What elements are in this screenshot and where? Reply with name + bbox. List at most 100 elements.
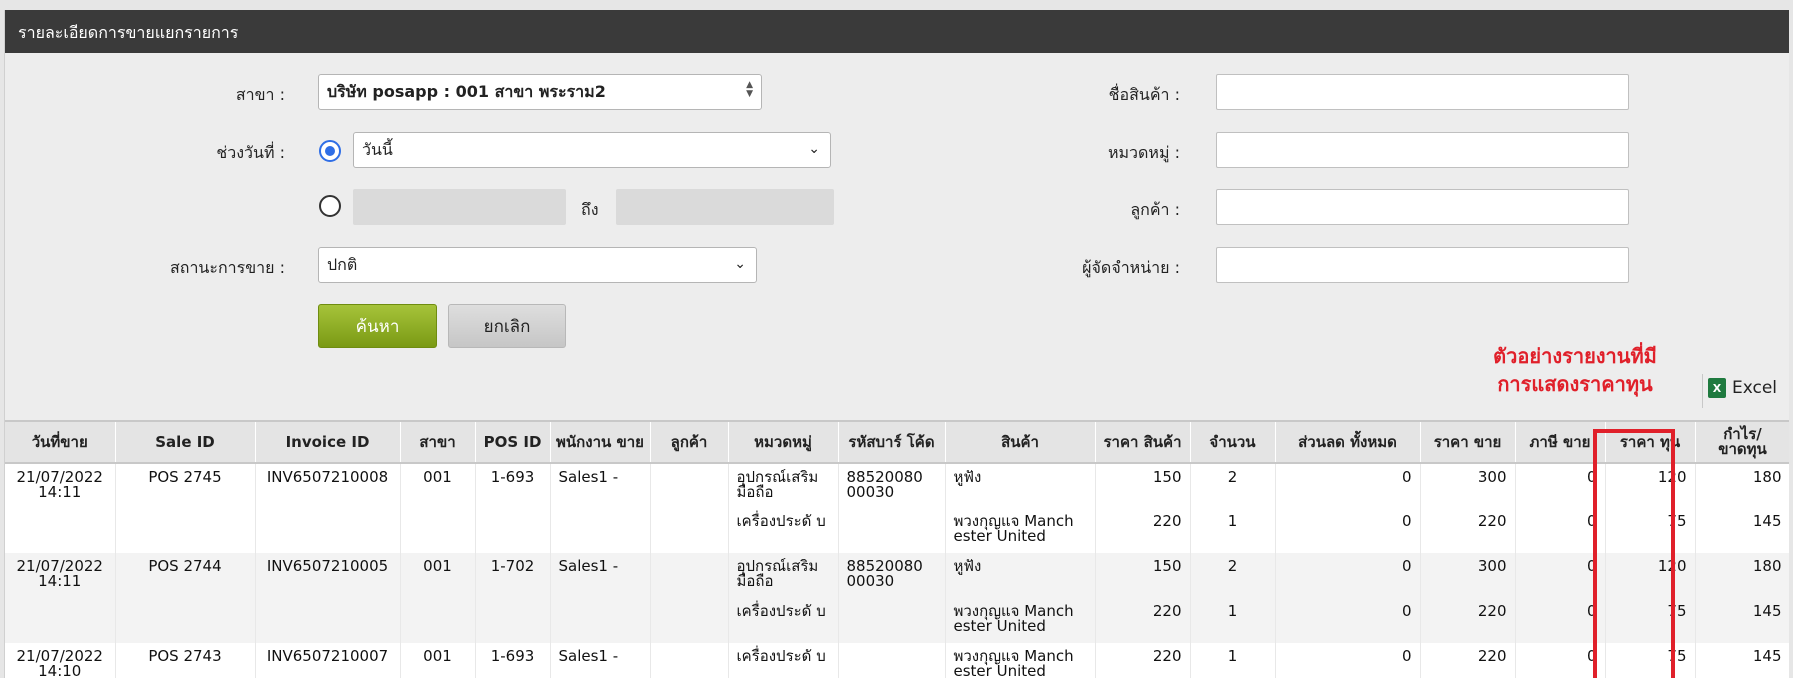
custom-date-radio[interactable] xyxy=(319,195,341,217)
table-cell: POS 2743 xyxy=(115,643,256,678)
to-label: ถึง xyxy=(581,200,599,219)
table-cell: 0 xyxy=(1275,463,1421,508)
col-header[interactable]: ลูกค้า xyxy=(650,420,729,464)
col-header[interactable]: Sale ID xyxy=(115,420,256,464)
table-cell: 145 xyxy=(1695,508,1789,553)
table-cell xyxy=(550,508,651,553)
sale-status-value: ปกติ xyxy=(327,254,358,274)
sale-status-select[interactable]: ปกติ ⌄ xyxy=(318,247,757,283)
date-to-input[interactable] xyxy=(616,189,834,225)
table-cell: 300 xyxy=(1420,463,1516,508)
table-cell xyxy=(550,598,651,643)
col-header[interactable]: ภาษี ขาย xyxy=(1515,420,1606,464)
table-cell: 001 xyxy=(400,463,476,508)
table-cell: 2 xyxy=(1190,553,1276,598)
col-header[interactable]: ส่วนลด ทั้งหมด xyxy=(1275,420,1421,464)
table-cell: 220 xyxy=(1095,643,1191,678)
table-cell: 1 xyxy=(1190,643,1276,678)
excel-export-button[interactable]: X Excel xyxy=(1702,374,1778,408)
col-header[interactable]: จำนวน xyxy=(1190,420,1276,464)
table-cell: พวงกุญแจ Manch ester United xyxy=(945,508,1096,553)
table-cell: 145 xyxy=(1695,598,1789,643)
col-header[interactable]: POS ID xyxy=(475,420,551,464)
table-cell: 1-702 xyxy=(475,553,551,598)
table-cell: เครื่องประดั บ xyxy=(728,598,839,643)
col-header[interactable]: ราคา สินค้า xyxy=(1095,420,1191,464)
sale-status-label: สถานะการขาย : xyxy=(169,258,285,277)
table-cell: 220 xyxy=(1420,508,1516,553)
table-cell xyxy=(838,643,946,678)
table-row: 21/07/2022 14:11 POS 2744 INV6507210005 001… xyxy=(5,553,1789,598)
table-row: 21/07/2022 14:11 POS 2745 INV6507210008 001… xyxy=(5,463,1789,508)
table-cell xyxy=(650,508,729,553)
table-cell: 21/07/2022 14:10 xyxy=(5,643,116,678)
table-cell: อุปกรณ์เสริม มือถือ xyxy=(728,463,839,508)
table-cell: 120 xyxy=(1605,463,1696,508)
excel-label: Excel xyxy=(1732,378,1778,398)
table-cell: 220 xyxy=(1420,643,1516,678)
table-cell: 220 xyxy=(1095,598,1191,643)
table-cell: 150 xyxy=(1095,553,1191,598)
table-cell: 0 xyxy=(1275,598,1421,643)
table-header-row: วันที่ขาย Sale ID Invoice ID สาขา POS ID… xyxy=(5,420,1789,464)
table-cell xyxy=(650,463,729,508)
table-cell: พวงกุญแจ Manch ester United xyxy=(945,598,1096,643)
divider xyxy=(1702,374,1703,408)
table-cell: 0 xyxy=(1515,463,1606,508)
table-cell: 1-693 xyxy=(475,463,551,508)
table-cell: 1 xyxy=(1190,598,1276,643)
table-cell xyxy=(115,598,256,643)
table-cell: เครื่องประดั บ xyxy=(728,508,839,553)
table-cell xyxy=(255,598,401,643)
table-cell: อุปกรณ์เสริม มือถือ xyxy=(728,553,839,598)
cost-annotation-line1: ตัวอย่างรายงานที่มี xyxy=(1493,344,1657,368)
category-input[interactable] xyxy=(1216,132,1629,168)
col-header[interactable]: วันที่ขาย xyxy=(5,420,116,464)
col-header[interactable]: Invoice ID xyxy=(255,420,401,464)
col-header[interactable]: รหัสบาร์ โค้ด xyxy=(838,420,946,464)
table-cell: 220 xyxy=(1420,598,1516,643)
product-name-label: ชื่อสินค้า : xyxy=(1108,85,1180,104)
branch-select-value: บริษัท posapp : 001 สาขา พระราม2 xyxy=(327,81,606,101)
date-from-input[interactable] xyxy=(353,189,566,225)
table-cell xyxy=(838,508,946,553)
product-name-input[interactable] xyxy=(1216,74,1629,110)
table-cell xyxy=(400,598,476,643)
supplier-input[interactable] xyxy=(1216,247,1629,283)
sales-detail-table: วันที่ขาย Sale ID Invoice ID สาขา POS ID… xyxy=(5,420,1789,678)
col-header[interactable]: ราคา ขาย xyxy=(1420,420,1516,464)
col-header[interactable]: กำไร/ ขาดทุน xyxy=(1695,420,1789,464)
col-header[interactable]: ราคา ทุน xyxy=(1605,420,1696,464)
col-header[interactable]: สาขา xyxy=(400,420,476,464)
table-cell: 001 xyxy=(400,643,476,678)
table-cell: 220 xyxy=(1095,508,1191,553)
table-row: 21/07/2022 14:10 POS 2743 INV6507210007 001… xyxy=(5,643,1789,678)
table-cell xyxy=(838,598,946,643)
table-cell: 2 xyxy=(1190,463,1276,508)
chevron-down-icon: ⌄ xyxy=(734,256,746,272)
branch-select[interactable]: บริษัท posapp : 001 สาขา พระราม2 ▲ ▼ xyxy=(318,74,762,110)
table-cell xyxy=(115,508,256,553)
col-header[interactable]: หมวดหมู่ xyxy=(728,420,839,464)
table-cell xyxy=(650,553,729,598)
cost-annotation-line2: การแสดงราคาทุน xyxy=(1497,372,1653,396)
page-title: รายละเอียดการขายแยกรายการ xyxy=(5,10,1789,53)
customer-input[interactable] xyxy=(1216,189,1629,225)
date-option-radio[interactable] xyxy=(319,140,341,162)
col-header[interactable]: พนักงาน ขาย xyxy=(550,420,651,464)
table-cell: 0 xyxy=(1515,598,1606,643)
cancel-button[interactable]: ยกเลิก xyxy=(448,304,566,348)
table-cell: หูฟัง xyxy=(945,463,1096,508)
search-button[interactable]: ค้นหา xyxy=(318,304,437,348)
table-cell: Sales1 - xyxy=(550,553,651,598)
table-cell: 21/07/2022 14:11 xyxy=(5,553,116,598)
col-header[interactable]: สินค้า xyxy=(945,420,1096,464)
table-cell xyxy=(255,508,401,553)
date-option-select[interactable]: วันนี้ ⌄ xyxy=(353,132,831,168)
table-cell: Sales1 - xyxy=(550,463,651,508)
table-cell: หูฟัง xyxy=(945,553,1096,598)
table-cell: 75 xyxy=(1605,643,1696,678)
table-cell: 120 xyxy=(1605,553,1696,598)
table-row: เครื่องประดั บ พวงกุญแจ Manch ester Unite… xyxy=(5,508,1789,553)
table-cell: เครื่องประดั บ xyxy=(728,643,839,678)
